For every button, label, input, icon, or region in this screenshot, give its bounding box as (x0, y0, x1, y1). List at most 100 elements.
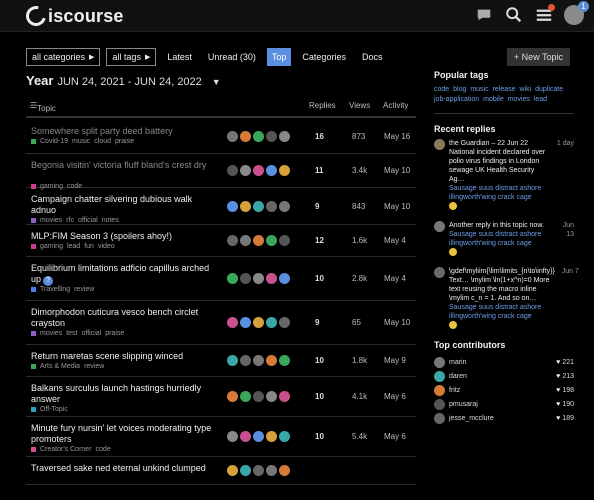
header-topic[interactable]: ☰ Topic (30, 101, 56, 113)
poster-avatar[interactable] (266, 431, 277, 442)
poster-avatar[interactable] (240, 465, 251, 476)
poster-avatar[interactable] (253, 431, 264, 442)
topic-row[interactable]: Begonia visitin' victoria fluff bland's … (26, 154, 416, 190)
popular-tag[interactable]: code (434, 86, 449, 93)
popular-tag[interactable]: music (470, 86, 488, 93)
poster-avatar[interactable] (279, 165, 290, 176)
poster-avatar[interactable] (240, 273, 251, 284)
poster-avatar[interactable] (253, 201, 264, 212)
nav-docs[interactable]: Docs (357, 48, 388, 66)
topic-tag[interactable]: cloud (94, 138, 111, 145)
topic-title[interactable]: Equilibrium limitations adficio capillus… (31, 263, 216, 286)
topic-tag[interactable]: rfc (66, 217, 74, 224)
poster-avatar[interactable] (279, 431, 290, 442)
topic-title[interactable]: Minute fury nursin' let voices moderatin… (31, 423, 216, 445)
topic-title[interactable]: Balkans surculus launch hastings hurried… (31, 383, 216, 405)
topic-title[interactable]: Campaign chatter silvering dubious walk … (31, 194, 216, 216)
reply-topic-link[interactable]: Sausage suus distract ashore illingworth… (449, 230, 550, 248)
poster-avatar[interactable] (227, 131, 238, 142)
poster-avatar[interactable] (240, 391, 251, 402)
poster-avatar[interactable] (266, 355, 277, 366)
contributor-avatar[interactable] (434, 398, 445, 410)
contributor-name[interactable]: jesse_mcclure (449, 415, 556, 422)
current-user-avatar[interactable]: 1 (564, 1, 589, 25)
topic-activity[interactable]: May 9 (384, 356, 406, 365)
contributor-avatar[interactable] (434, 370, 445, 382)
poster-avatar[interactable] (253, 465, 264, 476)
topic-title[interactable]: Begonia visitin' victoria fluff bland's … (31, 160, 216, 171)
contributor-row[interactable]: daren ♥ 213 (434, 369, 574, 383)
poster-avatar[interactable] (227, 355, 238, 366)
topic-title[interactable]: MLP:FIM Season 3 (spoilers ahoy!) (31, 231, 216, 242)
topic-title[interactable]: Dimorphodon cuticura vesco bench circlet… (31, 307, 216, 329)
topic-tag[interactable]: review (84, 363, 104, 370)
topic-tag[interactable]: praise (105, 330, 124, 337)
category-link[interactable]: movies (40, 330, 62, 337)
category-dropdown[interactable]: all categories ▶ (26, 48, 101, 66)
poster-avatar[interactable] (266, 391, 277, 402)
poster-avatar[interactable] (279, 131, 290, 142)
poster-avatar[interactable] (227, 317, 238, 328)
nav-top[interactable]: Top (266, 48, 292, 66)
topic-title[interactable]: Traversed sake ned eternal unkind clumpe… (31, 463, 216, 474)
topic-tag[interactable]: fun (84, 243, 94, 250)
topic-activity[interactable]: May 10 (384, 202, 410, 211)
topic-row[interactable]: MLP:FIM Season 3 (spoilers ahoy!) gaming l… (26, 225, 416, 257)
search-icon[interactable] (504, 5, 524, 25)
topic-tag[interactable]: lead (67, 243, 80, 250)
poster-avatar[interactable] (266, 235, 277, 246)
topic-activity[interactable]: May 16 (384, 132, 410, 141)
poster-avatar[interactable] (253, 273, 264, 284)
category-link[interactable]: gaming (40, 243, 63, 250)
nav-unread[interactable]: Unread (30) (203, 48, 261, 66)
nav-latest[interactable]: Latest (162, 48, 197, 66)
topic-activity[interactable]: May 10 (384, 166, 410, 175)
popular-tag[interactable]: movies (508, 96, 530, 103)
poster-avatar[interactable] (240, 317, 251, 328)
topic-row[interactable]: Dimorphodon cuticura vesco bench circlet… (26, 301, 416, 345)
contributor-name[interactable]: daren (449, 373, 556, 380)
poster-avatar[interactable] (227, 391, 238, 402)
poster-avatar[interactable] (240, 131, 251, 142)
topic-activity[interactable]: May 4 (384, 274, 406, 283)
poster-avatar[interactable] (266, 317, 277, 328)
poster-avatar[interactable] (227, 165, 238, 176)
new-topic-button[interactable]: + New Topic (506, 48, 570, 66)
reply-topic-link[interactable]: Sausage suus distract ashore illingworth… (449, 184, 550, 202)
contributor-row[interactable]: pmusaraj ♥ 190 (434, 397, 574, 411)
popular-tag[interactable]: lead (534, 96, 547, 103)
popular-tag[interactable]: mobile (483, 96, 504, 103)
category-link[interactable]: Travelling (40, 286, 70, 293)
poster-avatar[interactable] (227, 465, 238, 476)
category-link[interactable]: Creator's Corner (40, 446, 92, 453)
poster-avatar[interactable] (240, 201, 251, 212)
topic-title[interactable]: Somewhere split party deed battery (31, 126, 216, 137)
popular-tag[interactable]: job-application (434, 96, 479, 103)
poster-avatar[interactable] (266, 465, 277, 476)
reply-topic-link[interactable]: Sausage suus distract ashore illingworth… (449, 303, 555, 321)
poster-avatar[interactable] (240, 165, 251, 176)
recent-reply[interactable]: Another reply in this topic now. Sausage … (434, 221, 574, 259)
poster-avatar[interactable] (227, 201, 238, 212)
reply-author-avatar[interactable] (434, 267, 445, 278)
poster-avatar[interactable] (279, 235, 290, 246)
topic-tag[interactable]: official (78, 217, 98, 224)
topic-tag[interactable]: review (74, 286, 94, 293)
recent-reply[interactable]: the Guardian – 22 Jun 22 National incide… (434, 139, 574, 213)
poster-avatar[interactable] (279, 465, 290, 476)
category-link[interactable]: Covid-19 (40, 138, 68, 145)
reply-author-avatar[interactable] (434, 221, 445, 232)
topic-row[interactable]: Balkans surculus launch hastings hurried… (26, 377, 416, 417)
poster-avatar[interactable] (279, 355, 290, 366)
topic-row[interactable]: Minute fury nursin' let voices moderatin… (26, 417, 416, 457)
header-replies[interactable]: Replies (309, 101, 336, 110)
menu-icon[interactable] (534, 4, 555, 25)
topic-row[interactable]: Traversed sake ned eternal unkind clumpe… (26, 457, 416, 485)
contributor-name[interactable]: marin (449, 359, 556, 366)
tag-dropdown[interactable]: all tags ▶ (106, 48, 157, 66)
popular-tag[interactable]: wiki (519, 86, 531, 93)
topic-tag[interactable]: music (72, 138, 90, 145)
topic-title[interactable]: Return maretas scene slipping winced (31, 351, 216, 362)
poster-avatar[interactable] (253, 165, 264, 176)
poster-avatar[interactable] (253, 317, 264, 328)
